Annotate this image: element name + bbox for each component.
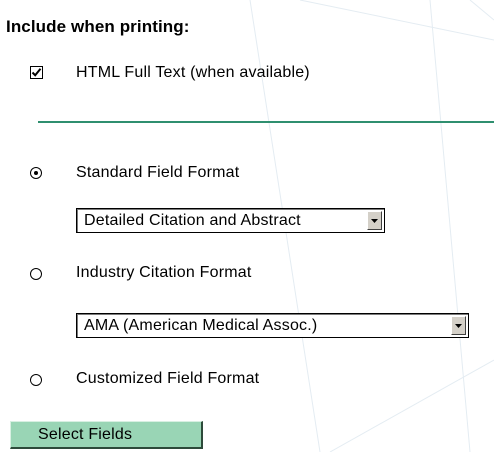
chevron-down-icon xyxy=(371,218,378,223)
html-full-text-label: HTML Full Text (when available) xyxy=(76,64,310,81)
standard-format-radio[interactable] xyxy=(30,167,42,179)
chevron-down-icon xyxy=(455,323,462,328)
print-options-heading: Include when printing: xyxy=(6,17,190,36)
industry-format-radio[interactable] xyxy=(30,268,42,280)
industry-format-label: Industry Citation Format xyxy=(76,264,252,281)
standard-format-select[interactable]: Detailed Citation and Abstract xyxy=(76,208,385,233)
dropdown-arrow-button[interactable] xyxy=(367,211,382,230)
section-divider xyxy=(38,121,494,123)
custom-format-label: Customized Field Format xyxy=(76,370,260,387)
standard-format-label: Standard Field Format xyxy=(76,164,240,181)
custom-format-radio[interactable] xyxy=(30,374,42,386)
standard-format-select-value: Detailed Citation and Abstract xyxy=(84,212,301,229)
select-fields-button[interactable]: Select Fields xyxy=(10,421,203,449)
checkmark-icon xyxy=(31,68,42,77)
html-full-text-checkbox[interactable] xyxy=(30,66,43,79)
industry-format-select-value: AMA (American Medical Assoc.) xyxy=(84,317,318,334)
print-options-panel: Include when printing: HTML Full Text (w… xyxy=(0,0,494,452)
industry-format-select[interactable]: AMA (American Medical Assoc.) xyxy=(76,313,469,338)
dropdown-arrow-button[interactable] xyxy=(451,316,466,335)
